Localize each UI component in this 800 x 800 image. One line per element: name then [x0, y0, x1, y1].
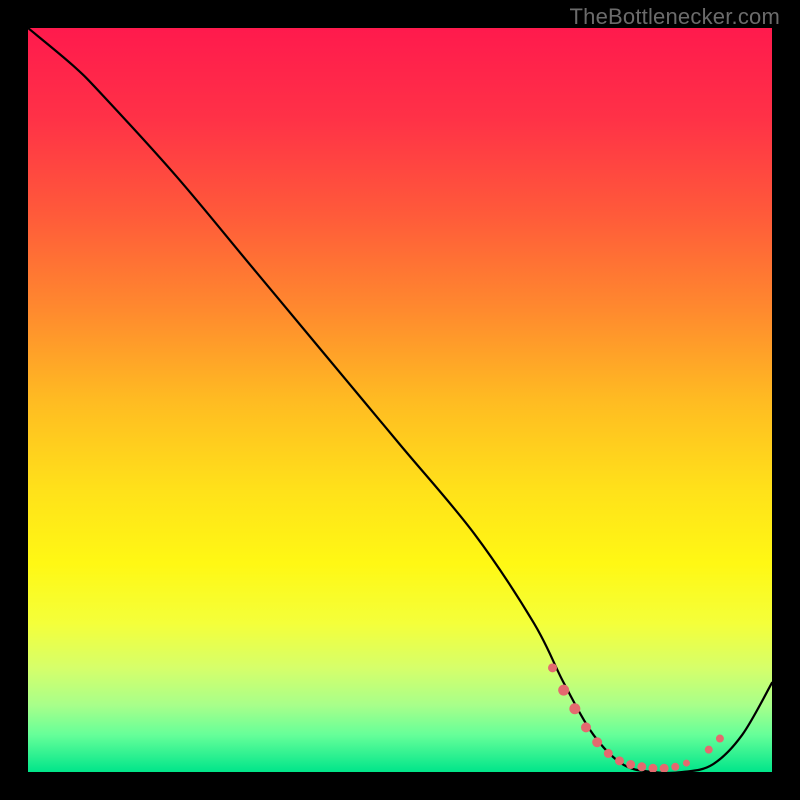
- highlight-marker: [615, 756, 624, 765]
- highlight-marker: [581, 722, 591, 732]
- highlight-marker: [592, 737, 602, 747]
- highlight-marker: [716, 735, 724, 743]
- highlight-marker: [558, 685, 569, 696]
- chart-frame: { "watermark": "TheBottlenecker.com", "g…: [0, 0, 800, 800]
- highlight-marker: [705, 746, 713, 754]
- highlight-marker: [671, 763, 679, 771]
- highlight-marker: [548, 663, 557, 672]
- highlight-marker: [604, 749, 613, 758]
- chart-svg: [28, 28, 772, 772]
- highlight-marker: [569, 703, 580, 714]
- highlight-marker: [637, 762, 646, 771]
- highlight-marker: [626, 760, 635, 769]
- chart-background: [28, 28, 772, 772]
- chart-plot-area: [28, 28, 772, 772]
- highlight-marker: [683, 760, 690, 767]
- watermark-text: TheBottlenecker.com: [570, 4, 780, 30]
